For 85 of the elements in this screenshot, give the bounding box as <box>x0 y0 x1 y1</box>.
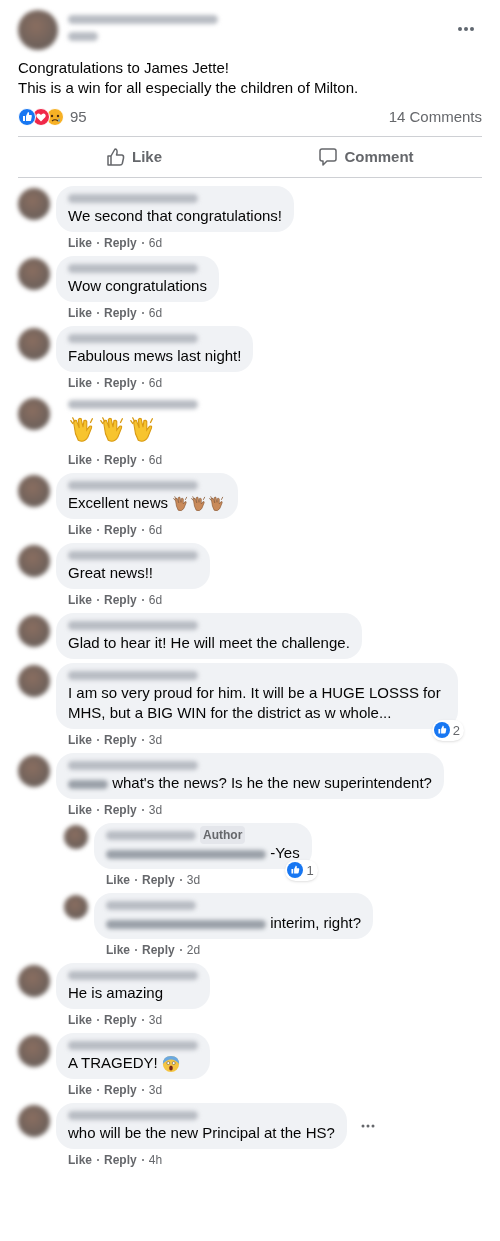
avatar <box>18 10 58 50</box>
like-link[interactable]: Like <box>106 941 130 960</box>
reply-link[interactable]: Reply <box>142 871 175 890</box>
reply-link[interactable]: Reply <box>104 1081 137 1100</box>
thumbs-up-icon <box>287 862 304 879</box>
like-link[interactable]: Like <box>68 1151 92 1170</box>
comment-text: Great news!! <box>68 563 155 584</box>
like-link[interactable]: Like <box>68 731 92 750</box>
reaction-count[interactable]: 95 <box>70 105 87 129</box>
timestamp: 3d <box>148 732 163 750</box>
reply-link[interactable]: Reply <box>104 234 137 252</box>
comment-text: Glad to hear it! He will meet the challenge. <box>68 633 350 654</box>
comment-count[interactable]: 14 Comments <box>388 105 482 129</box>
reply-link[interactable]: Reply <box>104 304 137 322</box>
avatar <box>18 398 50 430</box>
avatar <box>64 825 88 850</box>
comment-text: what's the news? Is he the new superintendent? <box>68 773 432 794</box>
avatar <box>18 1035 50 1068</box>
timestamp: 3d <box>148 1012 163 1030</box>
timestamp: 3d <box>186 872 201 890</box>
avatar <box>18 755 50 788</box>
timestamp: 4h <box>148 1152 163 1170</box>
comment-text: Wow congratulations <box>68 276 207 296</box>
timestamp: 3d <box>148 1082 163 1100</box>
like-link[interactable]: Like <box>68 521 92 540</box>
reply-link[interactable]: Reply <box>104 521 137 540</box>
comment-text: who will be the new Principal at the HS? <box>68 1123 335 1144</box>
timestamp: 6d <box>148 305 163 322</box>
crying-face-icon <box>46 108 64 126</box>
like-link[interactable]: Like <box>68 451 92 469</box>
reply-link[interactable]: Reply <box>104 451 137 469</box>
like-count-badge[interactable]: 2 <box>431 719 464 742</box>
avatar <box>18 475 50 507</box>
avatar <box>18 258 50 290</box>
like-link[interactable]: Like <box>68 374 92 392</box>
avatar <box>18 545 50 578</box>
post-text: Congratulations to James Jette! <box>18 58 230 78</box>
timestamp: 6d <box>148 452 163 469</box>
post-text: This is a win for all especially the children of Milton. <box>18 78 360 98</box>
avatar <box>18 188 50 220</box>
avatar <box>18 1105 50 1138</box>
like-link[interactable]: Like <box>68 1011 92 1030</box>
comment-text: Excellent news <box>68 493 227 514</box>
more-options-icon[interactable] <box>458 26 474 32</box>
timestamp: 3d <box>148 802 163 820</box>
reply-link[interactable]: Reply <box>104 1151 137 1170</box>
speech-bubble-icon <box>318 147 339 167</box>
reply-link[interactable]: Reply <box>104 801 137 820</box>
avatar <box>64 895 88 920</box>
like-link[interactable]: Like <box>68 234 92 252</box>
reply-link[interactable]: Reply <box>104 1011 137 1030</box>
comment-text: A TRAGEDY! <box>68 1053 198 1074</box>
reply-link[interactable]: Reply <box>142 941 175 960</box>
reply-link[interactable]: Reply <box>104 591 137 610</box>
comment-button[interactable]: Comment <box>250 137 482 177</box>
like-button[interactable]: Like <box>18 137 250 177</box>
timestamp: 6d <box>148 375 163 392</box>
comment-text: Fabulous mews last night! <box>68 346 242 366</box>
like-link[interactable]: Like <box>68 801 92 820</box>
comment-text: We second that congratulations! <box>68 206 283 226</box>
timestamp: 6d <box>148 235 163 252</box>
avatar <box>18 328 50 360</box>
reply-link[interactable]: Reply <box>104 374 137 392</box>
timestamp: 6d <box>148 522 163 540</box>
like-link[interactable]: Like <box>68 1081 92 1100</box>
avatar <box>18 665 50 698</box>
thumbs-up-icon <box>106 147 126 167</box>
avatar <box>18 615 50 648</box>
blurred-name <box>68 32 98 41</box>
comment-text: interim, right? <box>106 913 362 934</box>
reply-link[interactable]: Reply <box>104 731 137 750</box>
like-count: 1 <box>306 861 315 880</box>
avatar <box>18 965 50 998</box>
timestamp: 6d <box>148 592 163 610</box>
comment-text: He is amazing <box>68 983 165 1004</box>
thumbs-up-icon <box>18 108 36 126</box>
like-count: 2 <box>452 721 461 740</box>
screaming-face-icon <box>161 1055 180 1074</box>
like-link[interactable]: Like <box>106 871 130 890</box>
like-link[interactable]: Like <box>68 304 92 322</box>
author-badge: Author <box>200 826 246 845</box>
like-link[interactable]: Like <box>68 591 92 610</box>
thumbs-up-icon <box>433 722 450 739</box>
like-count-badge[interactable]: 1 <box>285 859 318 882</box>
timestamp: 2d <box>186 942 201 960</box>
